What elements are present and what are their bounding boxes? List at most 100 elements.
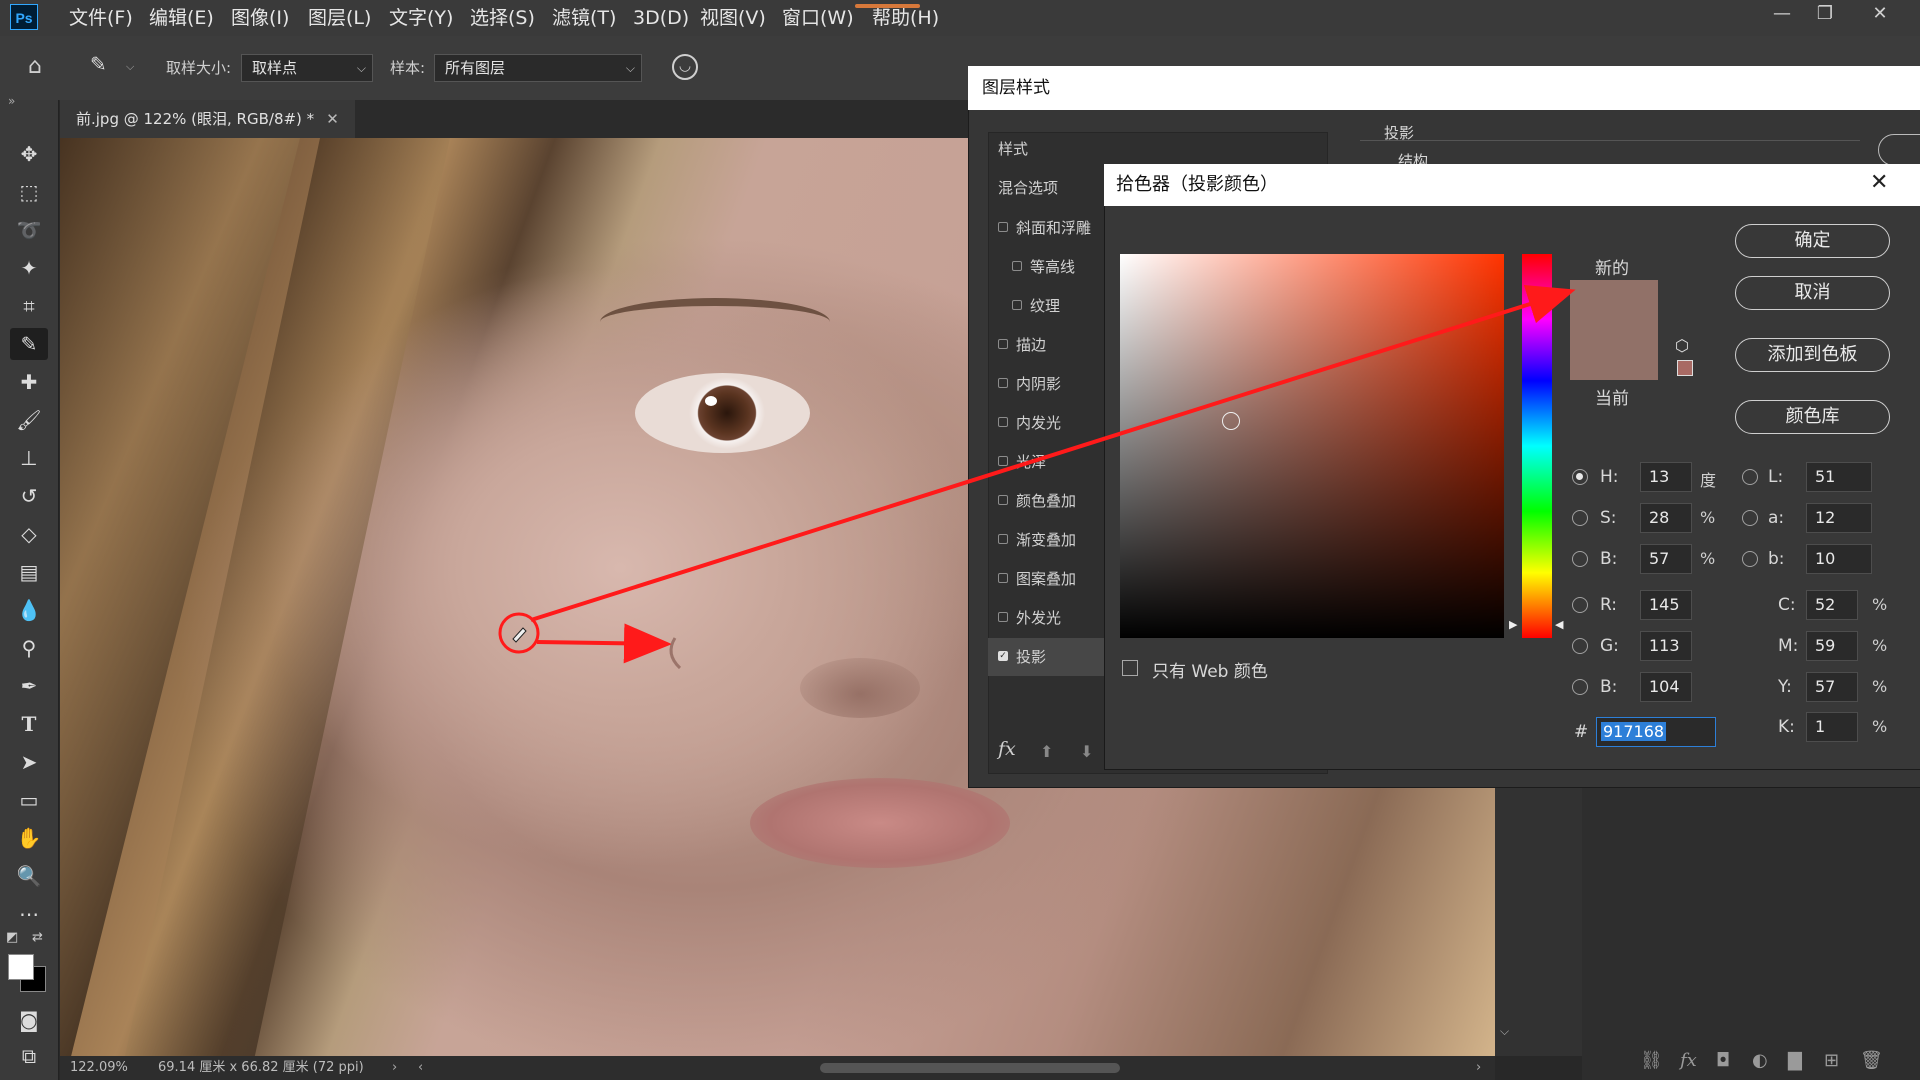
radio-hue[interactable] [1572,469,1588,485]
checkbox[interactable] [998,222,1008,232]
screen-mode-icon[interactable]: ⧉ [10,1040,48,1072]
restore-icon[interactable]: ❐ [1805,0,1845,28]
marquee-tool-icon[interactable]: ⬚ [10,176,48,208]
menu-select[interactable]: 选择(S) [470,0,535,36]
checkbox[interactable] [998,339,1008,349]
link-layers-icon[interactable]: ⛓ [1640,1050,1663,1071]
color-libraries-button[interactable]: 颜色库 [1735,400,1890,434]
trash-icon[interactable]: 🗑 [1860,1050,1883,1071]
fx-icon[interactable]: fx [1680,1050,1697,1071]
menu-filter[interactable]: 滤镜(T) [552,0,616,36]
radio-red[interactable] [1572,597,1588,613]
fx-menu-icon[interactable]: fx [998,738,1016,760]
default-colors-icon[interactable]: ◩ [6,930,18,945]
blue-input[interactable]: 104 [1640,672,1692,702]
zoom-tool-icon[interactable]: 🔍 [10,860,48,892]
rectangle-tool-icon[interactable]: ▭ [10,784,48,816]
hue-slider-left-handle-icon[interactable]: ▶ [1509,618,1517,631]
eraser-tool-icon[interactable]: ◇ [10,518,48,550]
magenta-input[interactable]: 59 [1806,631,1858,661]
lab-b-input[interactable]: 10 [1806,544,1872,574]
chevron-left-icon[interactable]: ‹ [418,1056,423,1080]
history-brush-tool-icon[interactable]: ↺ [10,480,48,512]
dodge-tool-icon[interactable]: ⚲ [10,632,48,664]
menu-edit[interactable]: 编辑(E) [149,0,214,36]
radio-lab-l[interactable] [1742,469,1758,485]
sample-size-select[interactable]: 取样点 ⌵ [241,54,373,82]
chevron-down-icon[interactable]: ⌵ [126,60,134,74]
checkbox[interactable] [998,456,1008,466]
web-safe-color-icon[interactable] [1677,360,1693,376]
hue-slider-right-handle-icon[interactable]: ◀ [1555,618,1563,631]
crop-tool-icon[interactable]: ⌗ [10,290,48,322]
stamp-tool-icon[interactable]: ⊥ [10,442,48,474]
blur-tool-icon[interactable]: 💧 [10,594,48,626]
radio-saturation[interactable] [1572,510,1588,526]
ok-button[interactable]: 确定 [1735,224,1890,258]
close-tab-icon[interactable]: ✕ [326,110,339,128]
checkbox[interactable] [998,573,1008,583]
zoom-level[interactable]: 122.09% [70,1056,128,1080]
radio-green[interactable] [1572,638,1588,654]
pen-tool-icon[interactable]: ✒ [10,670,48,702]
adjustment-layer-icon[interactable]: ◐ [1752,1050,1768,1071]
radio-blue[interactable] [1572,679,1588,695]
chevron-right-icon[interactable]: › [1476,1056,1481,1080]
move-down-icon[interactable]: ⬇ [1080,742,1093,761]
out-of-gamut-cube-icon[interactable]: ⬡ [1675,336,1689,355]
cancel-button[interactable]: 取消 [1735,276,1890,310]
new-layer-icon[interactable]: ⊞ [1824,1050,1839,1071]
swap-colors-icon[interactable]: ⇄ [32,930,43,945]
ok-button-partial[interactable] [1878,134,1920,166]
brightness-input[interactable]: 57 [1640,544,1692,574]
green-input[interactable]: 113 [1640,631,1692,661]
eyedropper-tool-icon[interactable]: ✎ [10,328,48,360]
minimize-icon[interactable]: — [1762,0,1802,28]
checkbox[interactable] [998,495,1008,505]
checkbox[interactable] [998,534,1008,544]
gradient-tool-icon[interactable]: ▤ [10,556,48,588]
hue-slider[interactable] [1522,254,1552,638]
checkbox[interactable] [998,378,1008,388]
color-picker-title-bar[interactable]: 拾色器（投影颜色） [1104,164,1920,206]
document-tab[interactable]: 前.jpg @ 122% (眼泪, RGB/8#) * ✕ [60,100,355,138]
color-field-cursor[interactable] [1222,412,1240,430]
expand-panel-icon[interactable]: » [8,94,15,108]
move-tool-icon[interactable]: ✥ [10,138,48,170]
chevron-right-icon[interactable]: › [392,1056,397,1080]
black-input[interactable]: 1 [1806,712,1858,742]
type-tool-icon[interactable]: T [10,708,48,740]
checkbox[interactable] [1012,300,1022,310]
add-mask-icon[interactable]: ◘ [1716,1050,1730,1071]
more-tools-icon[interactable]: ⋯ [10,898,48,930]
menu-window[interactable]: 窗口(W) [782,0,854,36]
menu-view[interactable]: 视图(V) [700,0,766,36]
foreground-color-swatch[interactable] [8,954,34,980]
path-selection-tool-icon[interactable]: ➤ [10,746,48,778]
cyan-input[interactable]: 52 [1806,590,1858,620]
web-only-checkbox[interactable] [1122,660,1138,676]
current-color-swatch[interactable] [1570,330,1658,380]
hue-input[interactable]: 13 [1640,462,1692,492]
eyedropper-tool-preset-icon[interactable]: ✎ [90,52,120,80]
add-to-swatches-button[interactable]: 添加到色板 [1735,338,1890,372]
magic-wand-tool-icon[interactable]: ✦ [10,252,48,284]
styles-header[interactable]: 样式 [988,130,1326,168]
radio-brightness[interactable] [1572,551,1588,567]
lab-l-input[interactable]: 51 [1806,462,1872,492]
menu-3d[interactable]: 3D(D) [633,0,689,36]
folder-icon[interactable]: ▇ [1788,1050,1802,1071]
yellow-input[interactable]: 57 [1806,672,1858,702]
radio-lab-a[interactable] [1742,510,1758,526]
checkbox[interactable] [998,417,1008,427]
menu-layer[interactable]: 图层(L) [308,0,371,36]
lasso-tool-icon[interactable]: ➰ [10,214,48,246]
close-window-icon[interactable]: ✕ [1860,0,1900,28]
hand-tool-icon[interactable]: ✋ [10,822,48,854]
layer-style-title-bar[interactable]: 图层样式 [968,66,1920,110]
saturation-input[interactable]: 28 [1640,503,1692,533]
checkbox[interactable] [998,612,1008,622]
red-input[interactable]: 145 [1640,590,1692,620]
quick-mask-icon[interactable]: ◙ [10,1004,48,1036]
menu-image[interactable]: 图像(I) [231,0,289,36]
